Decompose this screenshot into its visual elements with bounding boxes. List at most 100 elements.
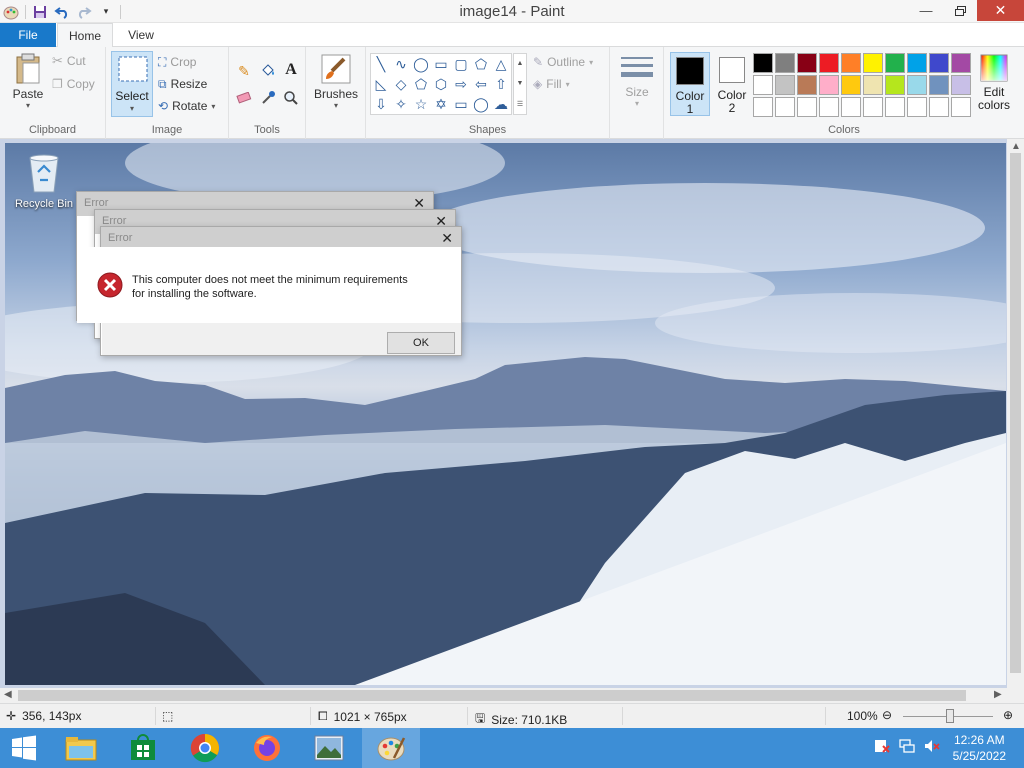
photos-taskbar-button[interactable] bbox=[300, 728, 358, 768]
color2-button[interactable]: Color 2 bbox=[713, 52, 751, 116]
edit-colors-button[interactable]: Edit colors bbox=[975, 52, 1013, 116]
recycle-bin-desktop-icon[interactable]: Recycle Bin bbox=[12, 152, 76, 210]
dialog-close-icon[interactable]: ✕ bbox=[441, 230, 453, 247]
shapes-gallery-scroll[interactable]: ▲ ▼ ☰ bbox=[513, 53, 527, 115]
volume-muted-icon[interactable] bbox=[924, 738, 940, 757]
resize-button[interactable]: ⧉ Resize bbox=[158, 74, 207, 94]
pentagon-shape-icon[interactable]: ⬠ bbox=[411, 74, 431, 94]
palette-color-swatch[interactable] bbox=[885, 53, 905, 73]
palette-color-swatch[interactable] bbox=[775, 75, 795, 95]
text-tool-icon[interactable]: A bbox=[281, 60, 301, 80]
zoom-in-icon[interactable]: ⊕ bbox=[1003, 708, 1013, 722]
close-button[interactable]: ✕ bbox=[977, 0, 1024, 21]
palette-color-swatch[interactable] bbox=[841, 97, 861, 117]
maximize-button[interactable] bbox=[943, 0, 977, 21]
ok-button[interactable]: OK bbox=[387, 332, 455, 354]
chrome-taskbar-button[interactable] bbox=[176, 728, 234, 768]
paint-taskbar-button[interactable] bbox=[362, 728, 420, 768]
firefox-taskbar-button[interactable] bbox=[238, 728, 296, 768]
oval-callout-shape-icon[interactable]: ◯ bbox=[471, 94, 491, 114]
palette-color-swatch[interactable] bbox=[907, 53, 927, 73]
palette-color-swatch[interactable] bbox=[797, 75, 817, 95]
select-button[interactable]: Select ▾ bbox=[111, 51, 153, 117]
rectangle-shape-icon[interactable]: ▭ bbox=[431, 54, 451, 74]
triangle-shape-icon[interactable]: △ bbox=[491, 54, 511, 74]
down-arrow-shape-icon[interactable]: ⇩ bbox=[371, 94, 391, 114]
palette-color-swatch[interactable] bbox=[951, 53, 971, 73]
tab-file[interactable]: File bbox=[0, 23, 56, 47]
palette-color-swatch[interactable] bbox=[797, 53, 817, 73]
five-point-star-shape-icon[interactable]: ☆ bbox=[411, 94, 431, 114]
right-arrow-shape-icon[interactable]: ⇨ bbox=[451, 74, 471, 94]
hexagon-shape-icon[interactable]: ⬡ bbox=[431, 74, 451, 94]
start-button[interactable] bbox=[0, 728, 48, 768]
curve-shape-icon[interactable]: ∿ bbox=[391, 54, 411, 74]
diamond-shape-icon[interactable]: ◇ bbox=[391, 74, 411, 94]
copy-button[interactable]: ❐ Copy bbox=[52, 74, 95, 94]
minimize-button[interactable]: — bbox=[909, 0, 943, 21]
palette-color-swatch[interactable] bbox=[951, 97, 971, 117]
tab-view[interactable]: View bbox=[113, 23, 169, 47]
palette-color-swatch[interactable] bbox=[907, 97, 927, 117]
paste-button[interactable]: Paste ▾ bbox=[8, 53, 48, 110]
palette-color-swatch[interactable] bbox=[885, 97, 905, 117]
palette-color-swatch[interactable] bbox=[863, 75, 883, 95]
outline-button[interactable]: ✎ Outline ▾ bbox=[533, 52, 593, 72]
palette-color-swatch[interactable] bbox=[951, 75, 971, 95]
color1-button[interactable]: Color 1 bbox=[670, 52, 710, 116]
palette-color-swatch[interactable] bbox=[797, 97, 817, 117]
palette-color-swatch[interactable] bbox=[863, 97, 883, 117]
network-icon[interactable] bbox=[899, 738, 915, 757]
scroll-up-arrow-icon[interactable]: ▲ bbox=[1011, 141, 1021, 152]
zoom-slider-thumb[interactable] bbox=[946, 709, 954, 723]
scroll-left-arrow-icon[interactable]: ◀ bbox=[4, 689, 12, 700]
file-explorer-taskbar-button[interactable] bbox=[52, 728, 110, 768]
vertical-scroll-thumb[interactable] bbox=[1010, 153, 1021, 673]
taskbar-clock[interactable]: 12:26 AM 5/25/2022 bbox=[953, 732, 1006, 764]
tab-home[interactable]: Home bbox=[57, 23, 113, 48]
palette-color-swatch[interactable] bbox=[753, 97, 773, 117]
color-picker-icon[interactable] bbox=[258, 88, 278, 108]
palette-color-swatch[interactable] bbox=[753, 53, 773, 73]
six-point-star-shape-icon[interactable]: ✡ bbox=[431, 94, 451, 114]
palette-color-swatch[interactable] bbox=[775, 53, 795, 73]
eraser-icon[interactable] bbox=[234, 88, 254, 108]
horizontal-scroll-thumb[interactable] bbox=[18, 690, 966, 701]
palette-color-swatch[interactable] bbox=[841, 53, 861, 73]
crop-button[interactable]: ⛶ Crop bbox=[158, 52, 196, 72]
four-point-star-shape-icon[interactable]: ✧ bbox=[391, 94, 411, 114]
cloud-callout-shape-icon[interactable]: ☁ bbox=[491, 94, 511, 114]
rotate-button[interactable]: ⟲ Rotate ▾ bbox=[158, 96, 215, 116]
rounded-callout-shape-icon[interactable]: ▭ bbox=[451, 94, 471, 114]
left-arrow-shape-icon[interactable]: ⇦ bbox=[471, 74, 491, 94]
store-taskbar-button[interactable] bbox=[114, 728, 172, 768]
line-shape-icon[interactable]: ╲ bbox=[371, 54, 391, 74]
palette-color-swatch[interactable] bbox=[907, 75, 927, 95]
palette-color-swatch[interactable] bbox=[885, 75, 905, 95]
palette-color-swatch[interactable] bbox=[863, 53, 883, 73]
zoom-out-icon[interactable]: ⊖ bbox=[882, 708, 892, 722]
polygon-shape-icon[interactable]: ⬠ bbox=[471, 54, 491, 74]
palette-color-swatch[interactable] bbox=[819, 53, 839, 73]
size-button[interactable]: Size ▾ bbox=[616, 55, 658, 108]
cut-button[interactable]: ✂ Cut bbox=[52, 51, 86, 71]
palette-color-swatch[interactable] bbox=[929, 75, 949, 95]
scroll-right-arrow-icon[interactable]: ▶ bbox=[994, 689, 1002, 700]
action-center-icon[interactable] bbox=[874, 738, 890, 757]
pencil-icon[interactable]: ✎ bbox=[234, 61, 254, 81]
palette-color-swatch[interactable] bbox=[753, 75, 773, 95]
up-arrow-shape-icon[interactable]: ⇧ bbox=[491, 74, 511, 94]
palette-color-swatch[interactable] bbox=[819, 97, 839, 117]
vertical-scrollbar[interactable]: ▲ bbox=[1007, 139, 1024, 688]
palette-color-swatch[interactable] bbox=[929, 53, 949, 73]
palette-color-swatch[interactable] bbox=[929, 97, 949, 117]
palette-color-swatch[interactable] bbox=[775, 97, 795, 117]
fill-button[interactable]: ◈ Fill ▾ bbox=[533, 74, 570, 94]
fill-bucket-icon[interactable] bbox=[258, 60, 278, 80]
magnifier-icon[interactable] bbox=[281, 88, 301, 108]
palette-color-swatch[interactable] bbox=[841, 75, 861, 95]
brushes-button[interactable]: Brushes ▾ bbox=[312, 53, 360, 110]
right-triangle-shape-icon[interactable]: ◺ bbox=[371, 74, 391, 94]
rounded-rectangle-shape-icon[interactable]: ▢ bbox=[451, 54, 471, 74]
oval-shape-icon[interactable]: ◯ bbox=[411, 54, 431, 74]
